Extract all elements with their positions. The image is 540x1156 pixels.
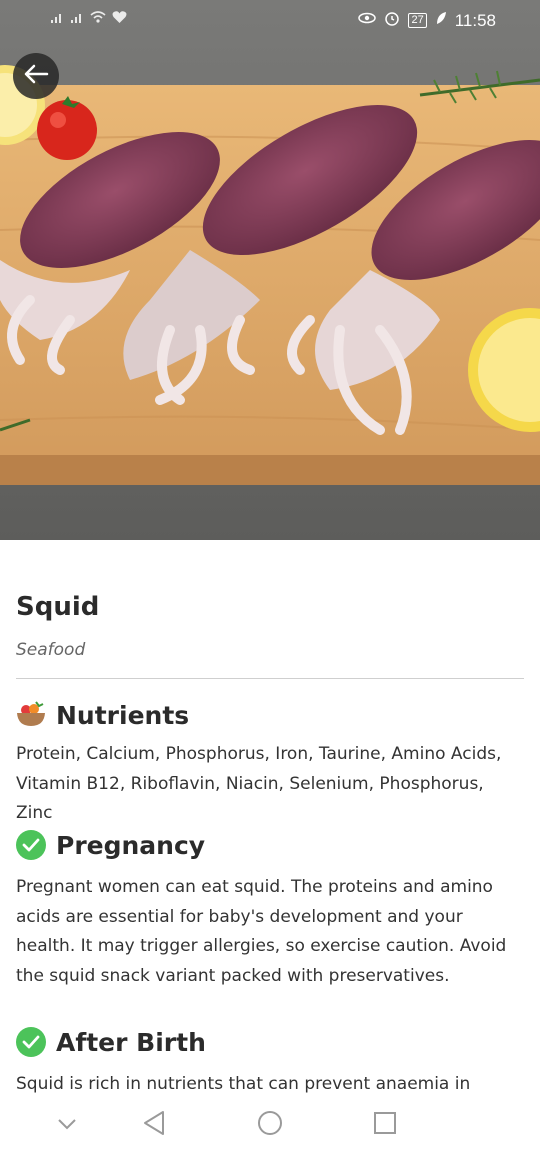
status-bar: 27 11:58 bbox=[0, 0, 540, 40]
status-time: 11:58 bbox=[454, 10, 496, 30]
nav-collapse-button[interactable] bbox=[52, 1110, 82, 1140]
hero-image bbox=[0, 0, 540, 540]
battery-indicator: 27 bbox=[408, 13, 427, 28]
circle-home-icon bbox=[257, 1110, 283, 1140]
eye-icon bbox=[358, 11, 377, 30]
back-button[interactable] bbox=[13, 53, 59, 99]
divider bbox=[16, 678, 524, 679]
section-title: After Birth bbox=[56, 1027, 206, 1057]
wifi-icon bbox=[90, 10, 106, 29]
food-name: Squid bbox=[16, 592, 100, 622]
status-right-icons: 27 11:58 bbox=[358, 10, 496, 31]
chevron-down-icon bbox=[56, 1116, 78, 1135]
status-left-icons bbox=[50, 10, 127, 29]
square-recents-icon bbox=[373, 1111, 397, 1139]
nav-recents-button[interactable] bbox=[370, 1110, 400, 1140]
section-after-birth-body: Squid is rich in nutrients that can prev… bbox=[16, 1074, 471, 1094]
check-circle-icon bbox=[16, 830, 46, 860]
nav-home-button[interactable] bbox=[255, 1110, 285, 1140]
nav-back-button[interactable] bbox=[139, 1110, 169, 1140]
alarm-icon bbox=[384, 10, 400, 31]
signal-icon bbox=[50, 10, 64, 29]
section-nutrients-body: Protein, Calcium, Phosphorus, Iron, Taur… bbox=[16, 744, 502, 823]
section-pregnancy-header: Pregnancy bbox=[16, 830, 205, 860]
signal-icon bbox=[70, 10, 84, 29]
section-title: Nutrients bbox=[56, 700, 190, 730]
section-after-birth-header: After Birth bbox=[16, 1027, 206, 1057]
section-nutrients-header: Nutrients bbox=[16, 698, 189, 732]
triangle-back-icon bbox=[142, 1110, 166, 1140]
heart-icon bbox=[112, 10, 127, 29]
squid-photo bbox=[0, 0, 540, 540]
section-pregnancy-body: Pregnant women can eat squid. The protei… bbox=[16, 877, 507, 986]
food-bowl-icon bbox=[16, 698, 46, 732]
system-nav-bar bbox=[0, 1094, 540, 1156]
section-title: Pregnancy bbox=[56, 830, 206, 860]
leaf-icon bbox=[435, 11, 447, 30]
arrow-left-icon bbox=[23, 64, 49, 88]
food-category: Seafood bbox=[16, 640, 86, 660]
check-circle-icon bbox=[16, 1027, 46, 1057]
